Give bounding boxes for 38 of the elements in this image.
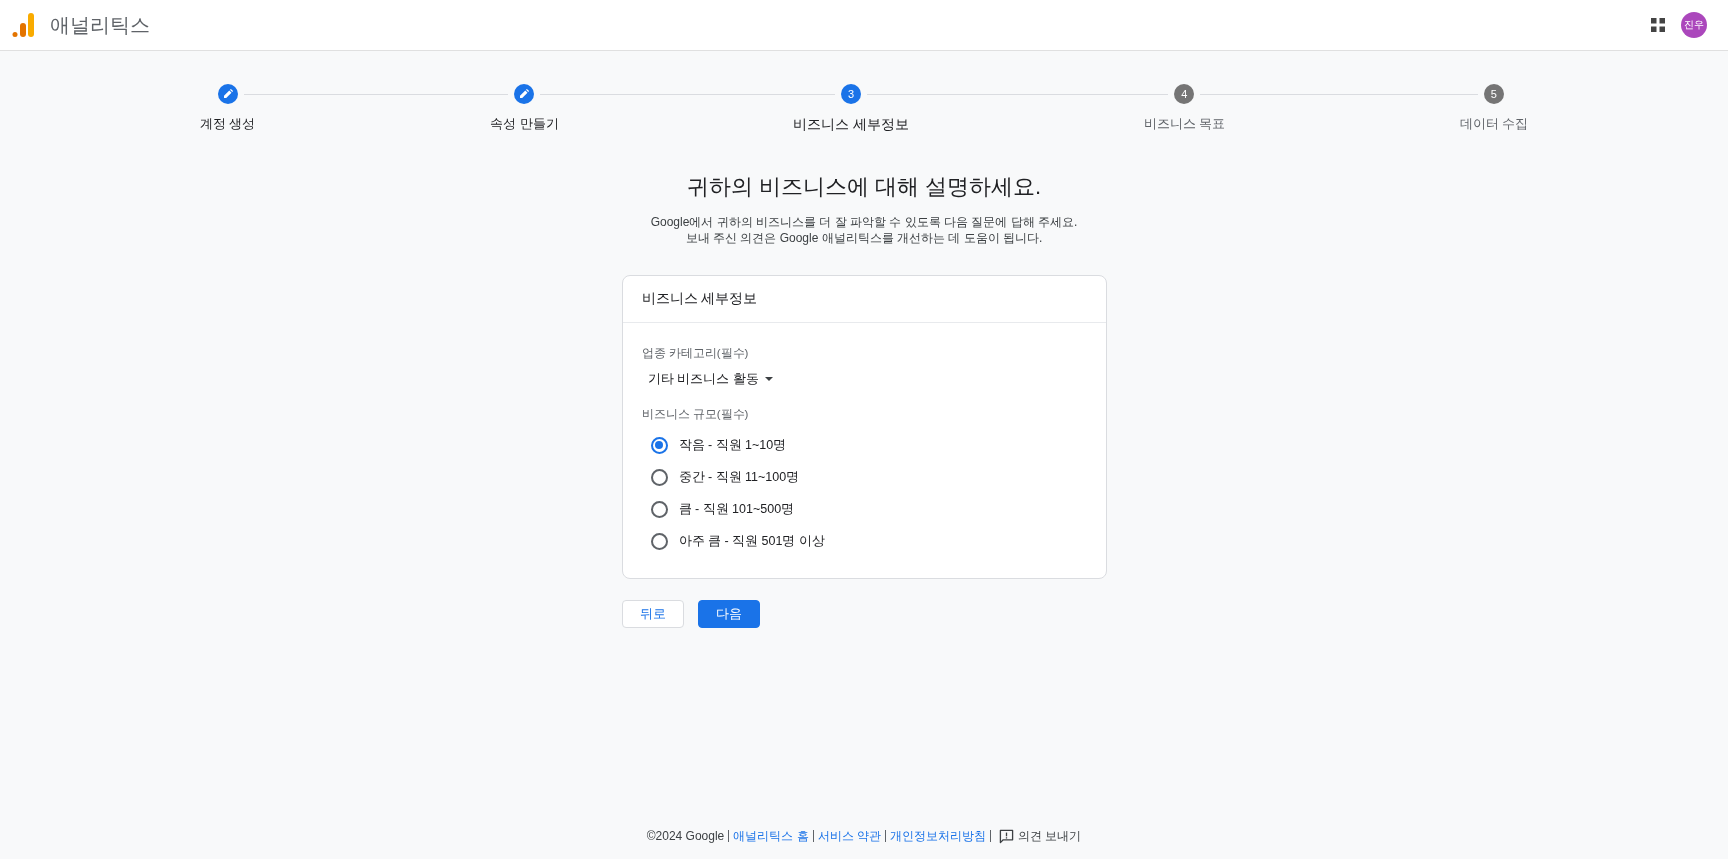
radio-button[interactable] bbox=[650, 500, 668, 518]
back-button[interactable]: 뒤로 bbox=[621, 600, 684, 628]
page-title: 귀하의 비즈니스에 대해 설명하세요. bbox=[686, 173, 1042, 201]
description-text: 보내 주신 의견은 Google 애널리틱스를 개선하는 데 도움이 됩니다. bbox=[685, 230, 1043, 246]
next-button[interactable]: 다음 bbox=[697, 600, 760, 628]
step-label: 계정 생성 bbox=[200, 116, 256, 133]
radio-label[interactable]: 중간 - 직원 11~100명 bbox=[678, 468, 800, 486]
step-label: 데이터 수집 bbox=[1459, 116, 1528, 133]
pencil-icon[interactable] bbox=[514, 84, 535, 104]
caret-icon bbox=[764, 377, 773, 381]
feedback-icon bbox=[998, 828, 1014, 844]
field-label: 비즈니스 규모(필수) bbox=[641, 407, 749, 422]
radio-label[interactable]: 아주 큼 - 직원 501명 이상 bbox=[678, 532, 825, 550]
step-number: 5 bbox=[1483, 84, 1504, 104]
pencil-icon[interactable] bbox=[217, 84, 238, 104]
feedback-link[interactable]: 의견 보내기 bbox=[998, 826, 1082, 846]
radio-button[interactable] bbox=[650, 436, 668, 454]
radio-label[interactable]: 큼 - 직원 101~500명 bbox=[678, 500, 795, 518]
account-avatar[interactable]: 진우 bbox=[1681, 12, 1707, 38]
radio-button[interactable] bbox=[650, 532, 668, 550]
apps-grid-icon[interactable] bbox=[1651, 18, 1665, 32]
step-number: 3 bbox=[841, 84, 861, 104]
footer-link[interactable]: 애널리틱스 홈 bbox=[733, 826, 809, 846]
footer-link[interactable]: 개인정보처리방침 bbox=[889, 826, 986, 846]
radio-label[interactable]: 작음 - 직원 1~10명 bbox=[678, 436, 787, 454]
card-title: 비즈니스 세부정보 bbox=[641, 290, 758, 308]
step-label: 비즈니스 세부정보 bbox=[793, 115, 909, 133]
description-text: Google에서 귀하의 비즈니스를 더 잘 파악할 수 있도록 다음 질문에 답해 주세요. bbox=[650, 214, 1078, 230]
bar-chart-logo-icon[interactable] bbox=[12, 13, 34, 37]
category-dropdown[interactable]: 기타 비즈니스 활동 bbox=[641, 367, 777, 391]
copyright-text: ©2024 Google bbox=[646, 828, 725, 845]
step-label: 비즈니스 목표 bbox=[1143, 116, 1225, 133]
product-name: 애널리틱스 bbox=[50, 12, 150, 38]
step-number: 4 bbox=[1174, 84, 1195, 104]
radio-button[interactable] bbox=[650, 468, 668, 486]
field-label: 업종 카테고리(필수) bbox=[641, 346, 749, 361]
step-label: 속성 만들기 bbox=[490, 116, 559, 133]
footer-link[interactable]: 서비스 약관 bbox=[817, 826, 881, 846]
